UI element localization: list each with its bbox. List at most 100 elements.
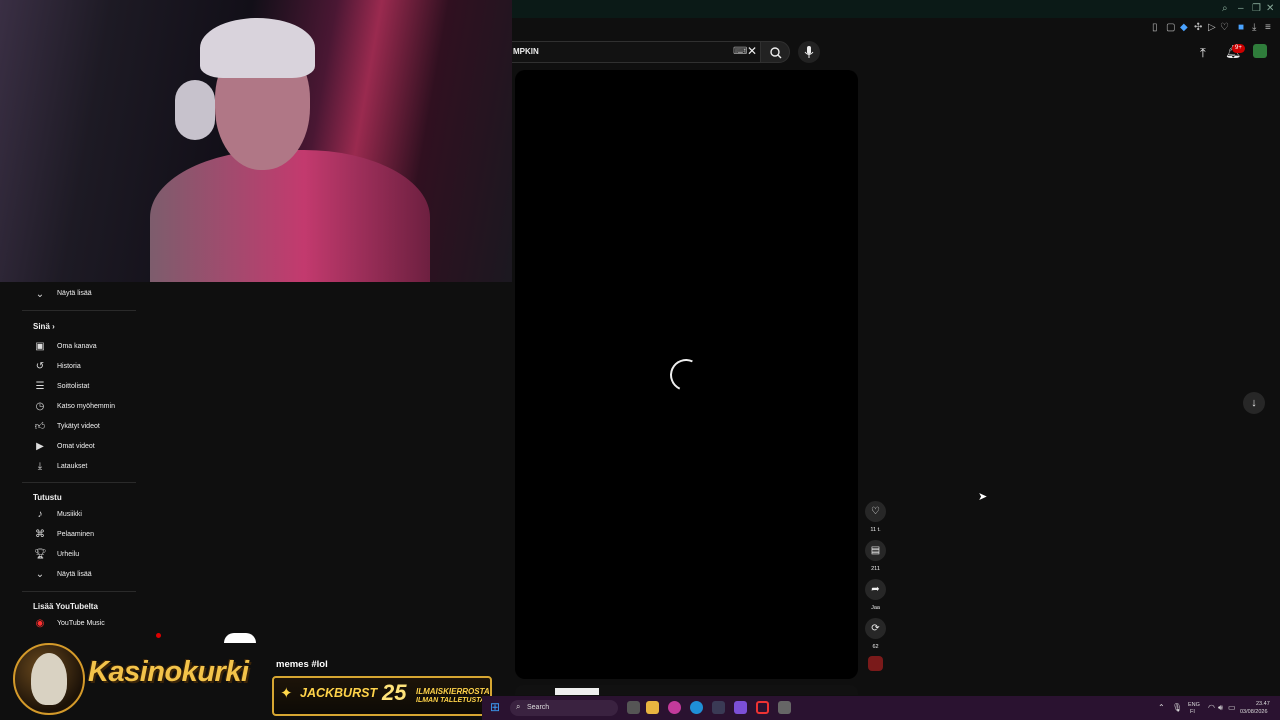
notification-badge: 9+ bbox=[1232, 44, 1245, 53]
search-icon bbox=[770, 47, 782, 59]
logo-text: Kasinokurki bbox=[88, 656, 249, 688]
menu-icon[interactable]: ≡ bbox=[1265, 22, 1271, 33]
playlists-icon: ☰ bbox=[35, 381, 45, 392]
like-button[interactable]: ♡ bbox=[865, 501, 886, 522]
extension-icon[interactable]: ■ bbox=[1238, 22, 1244, 33]
show-more-link[interactable]: Näytä lisää bbox=[57, 571, 92, 578]
music-icon: ♪ bbox=[37, 509, 43, 520]
edge-icon[interactable] bbox=[690, 701, 703, 714]
sidebar-item-downloads[interactable]: Lataukset bbox=[57, 463, 87, 470]
sound-thumbnail[interactable] bbox=[868, 656, 883, 671]
sidebar-item-playlists[interactable]: Soittolistat bbox=[57, 383, 89, 390]
browser-search-icon[interactable]: ⌕ bbox=[1222, 3, 1228, 14]
liked-icon: 👍︎ bbox=[34, 421, 46, 432]
shield-icon[interactable]: ◆ bbox=[1180, 22, 1188, 33]
search-value: MPKIN bbox=[513, 47, 539, 56]
opera-icon[interactable] bbox=[756, 701, 769, 714]
play-icon[interactable]: ▷ bbox=[1208, 22, 1216, 33]
section-you-heading[interactable]: Sinä › bbox=[33, 322, 55, 331]
sidebar-item-music[interactable]: Musiikki bbox=[57, 511, 82, 518]
taskbar-search[interactable]: ⌕ Search bbox=[510, 700, 618, 716]
keyboard-icon[interactable]: ⌨ bbox=[733, 46, 747, 57]
search-button[interactable] bbox=[760, 41, 790, 63]
remix-icon: ⟳ bbox=[871, 623, 880, 634]
volume-icon[interactable]: 🔊︎ bbox=[1218, 703, 1223, 713]
windows-taskbar: ⊞ ⌕ Search ⌃ 🎙︎ ENG FI ◠ 🔊︎ ▭ 23.47 03/0… bbox=[482, 696, 1280, 720]
sidebar-item-channel[interactable]: Oma kanava bbox=[57, 343, 97, 350]
sidebar-item-sports[interactable]: Urheilu bbox=[57, 551, 79, 558]
sidebar: ⌄ Näytä lisää Sinä › ▣ Oma kanava ↺ Hist… bbox=[0, 282, 140, 642]
red-dot bbox=[156, 633, 161, 638]
mic-icon bbox=[804, 46, 814, 58]
divider bbox=[22, 482, 136, 483]
file-explorer-icon[interactable] bbox=[646, 701, 659, 714]
section-explore-heading: Tutustu bbox=[33, 493, 62, 502]
comments-button[interactable]: ▤ bbox=[865, 540, 886, 561]
store-icon[interactable] bbox=[712, 701, 725, 714]
remix-button[interactable]: ⟳ bbox=[865, 618, 886, 639]
like-count: 11 t. bbox=[870, 527, 881, 533]
wifi-icon[interactable]: ◠ bbox=[1208, 703, 1215, 712]
chevron-up-icon[interactable]: ⌃ bbox=[1158, 703, 1165, 712]
promo-line-1: ILMAISKIERROSTA bbox=[416, 687, 490, 696]
clear-search-icon[interactable]: ✕ bbox=[747, 44, 757, 58]
my-videos-icon: ▶ bbox=[36, 441, 44, 452]
kasinokurki-logo: Kasinokurki bbox=[10, 642, 278, 716]
history-icon: ↺ bbox=[35, 361, 45, 372]
section-more-heading: Lisää YouTubelta bbox=[33, 602, 98, 611]
sidebar-item-watch-later[interactable]: Katso myöhemmin bbox=[57, 403, 115, 410]
webcam-overlay bbox=[0, 0, 512, 282]
chevron-down-icon: ⌄ bbox=[35, 569, 45, 580]
extension-icon[interactable]: ▯ bbox=[1152, 22, 1158, 33]
crane-medal-icon bbox=[13, 643, 85, 715]
heart-icon[interactable]: ♡ bbox=[1220, 22, 1229, 33]
sidebar-item-liked[interactable]: Tykätyt videot bbox=[57, 423, 100, 430]
youtube-music-icon: ◉ bbox=[35, 618, 45, 629]
voice-search-button[interactable] bbox=[798, 41, 820, 63]
promo-banner: ✦ JACKBURST 25 ILMAISKIERROSTA ILMAN TAL… bbox=[272, 676, 492, 716]
task-view-icon[interactable] bbox=[627, 701, 640, 714]
language-2[interactable]: FI bbox=[1190, 709, 1195, 715]
search-input[interactable]: MPKIN ⌨ ✕ bbox=[510, 41, 760, 63]
sidebar-item-gaming[interactable]: Pelaaminen bbox=[57, 531, 94, 538]
share-button[interactable]: ➦ bbox=[865, 579, 886, 600]
mic-icon[interactable]: 🎙︎ bbox=[1172, 703, 1182, 712]
sidebar-item-my-videos[interactable]: Omat videot bbox=[57, 443, 95, 450]
share-label: Jaa bbox=[871, 605, 880, 611]
next-video-button[interactable]: ↓ bbox=[1243, 392, 1265, 414]
minimize-icon[interactable]: – bbox=[1238, 3, 1244, 14]
clock-date[interactable]: 03/08/2026 bbox=[1240, 709, 1268, 715]
settings-gear-icon[interactable] bbox=[778, 701, 791, 714]
sidebar-item-youtube-music[interactable]: YouTube Music bbox=[57, 620, 105, 627]
copilot-icon[interactable] bbox=[668, 701, 681, 714]
video-caption: memes #lol bbox=[276, 659, 328, 670]
downloads-icon: ⤓ bbox=[37, 461, 43, 472]
download-icon[interactable]: ⤓ bbox=[1252, 22, 1256, 33]
next-video-thumbnail[interactable] bbox=[515, 685, 858, 695]
promo-line-2: ILMAN TALLETUSTA bbox=[416, 697, 485, 704]
divider bbox=[22, 591, 136, 592]
share-icon: ➦ bbox=[871, 584, 880, 595]
app-icon[interactable] bbox=[734, 701, 747, 714]
promo-number: 25 bbox=[382, 680, 407, 705]
avatar[interactable] bbox=[1253, 44, 1267, 58]
extension-icon[interactable]: ▢ bbox=[1166, 22, 1175, 33]
windows-start-icon[interactable]: ⊞ bbox=[490, 701, 502, 713]
restore-icon[interactable]: ❐ bbox=[1252, 3, 1261, 14]
arrow-down-icon: ↓ bbox=[1251, 397, 1257, 409]
sports-icon: 🏆︎ bbox=[34, 549, 47, 560]
sparkle-icon: ✦ bbox=[280, 685, 293, 702]
remix-count: 62 bbox=[872, 644, 879, 650]
upload-icon[interactable]: ⤒ bbox=[1200, 45, 1206, 61]
battery-icon[interactable]: ▭ bbox=[1228, 703, 1236, 712]
taskbar-search-label: Search bbox=[527, 704, 550, 711]
close-window-icon[interactable]: ✕ bbox=[1266, 3, 1274, 14]
promo-title: JACKBURST bbox=[300, 686, 378, 700]
watch-later-icon: ◷ bbox=[35, 401, 45, 412]
extension-icon[interactable]: ✣ bbox=[1194, 22, 1202, 33]
show-more-link[interactable]: Näytä lisää bbox=[57, 290, 92, 297]
clock-time[interactable]: 23.47 bbox=[1256, 701, 1270, 707]
language-1[interactable]: ENG bbox=[1188, 702, 1200, 708]
sidebar-item-history[interactable]: Historia bbox=[57, 363, 81, 370]
channel-icon: ▣ bbox=[35, 341, 45, 352]
